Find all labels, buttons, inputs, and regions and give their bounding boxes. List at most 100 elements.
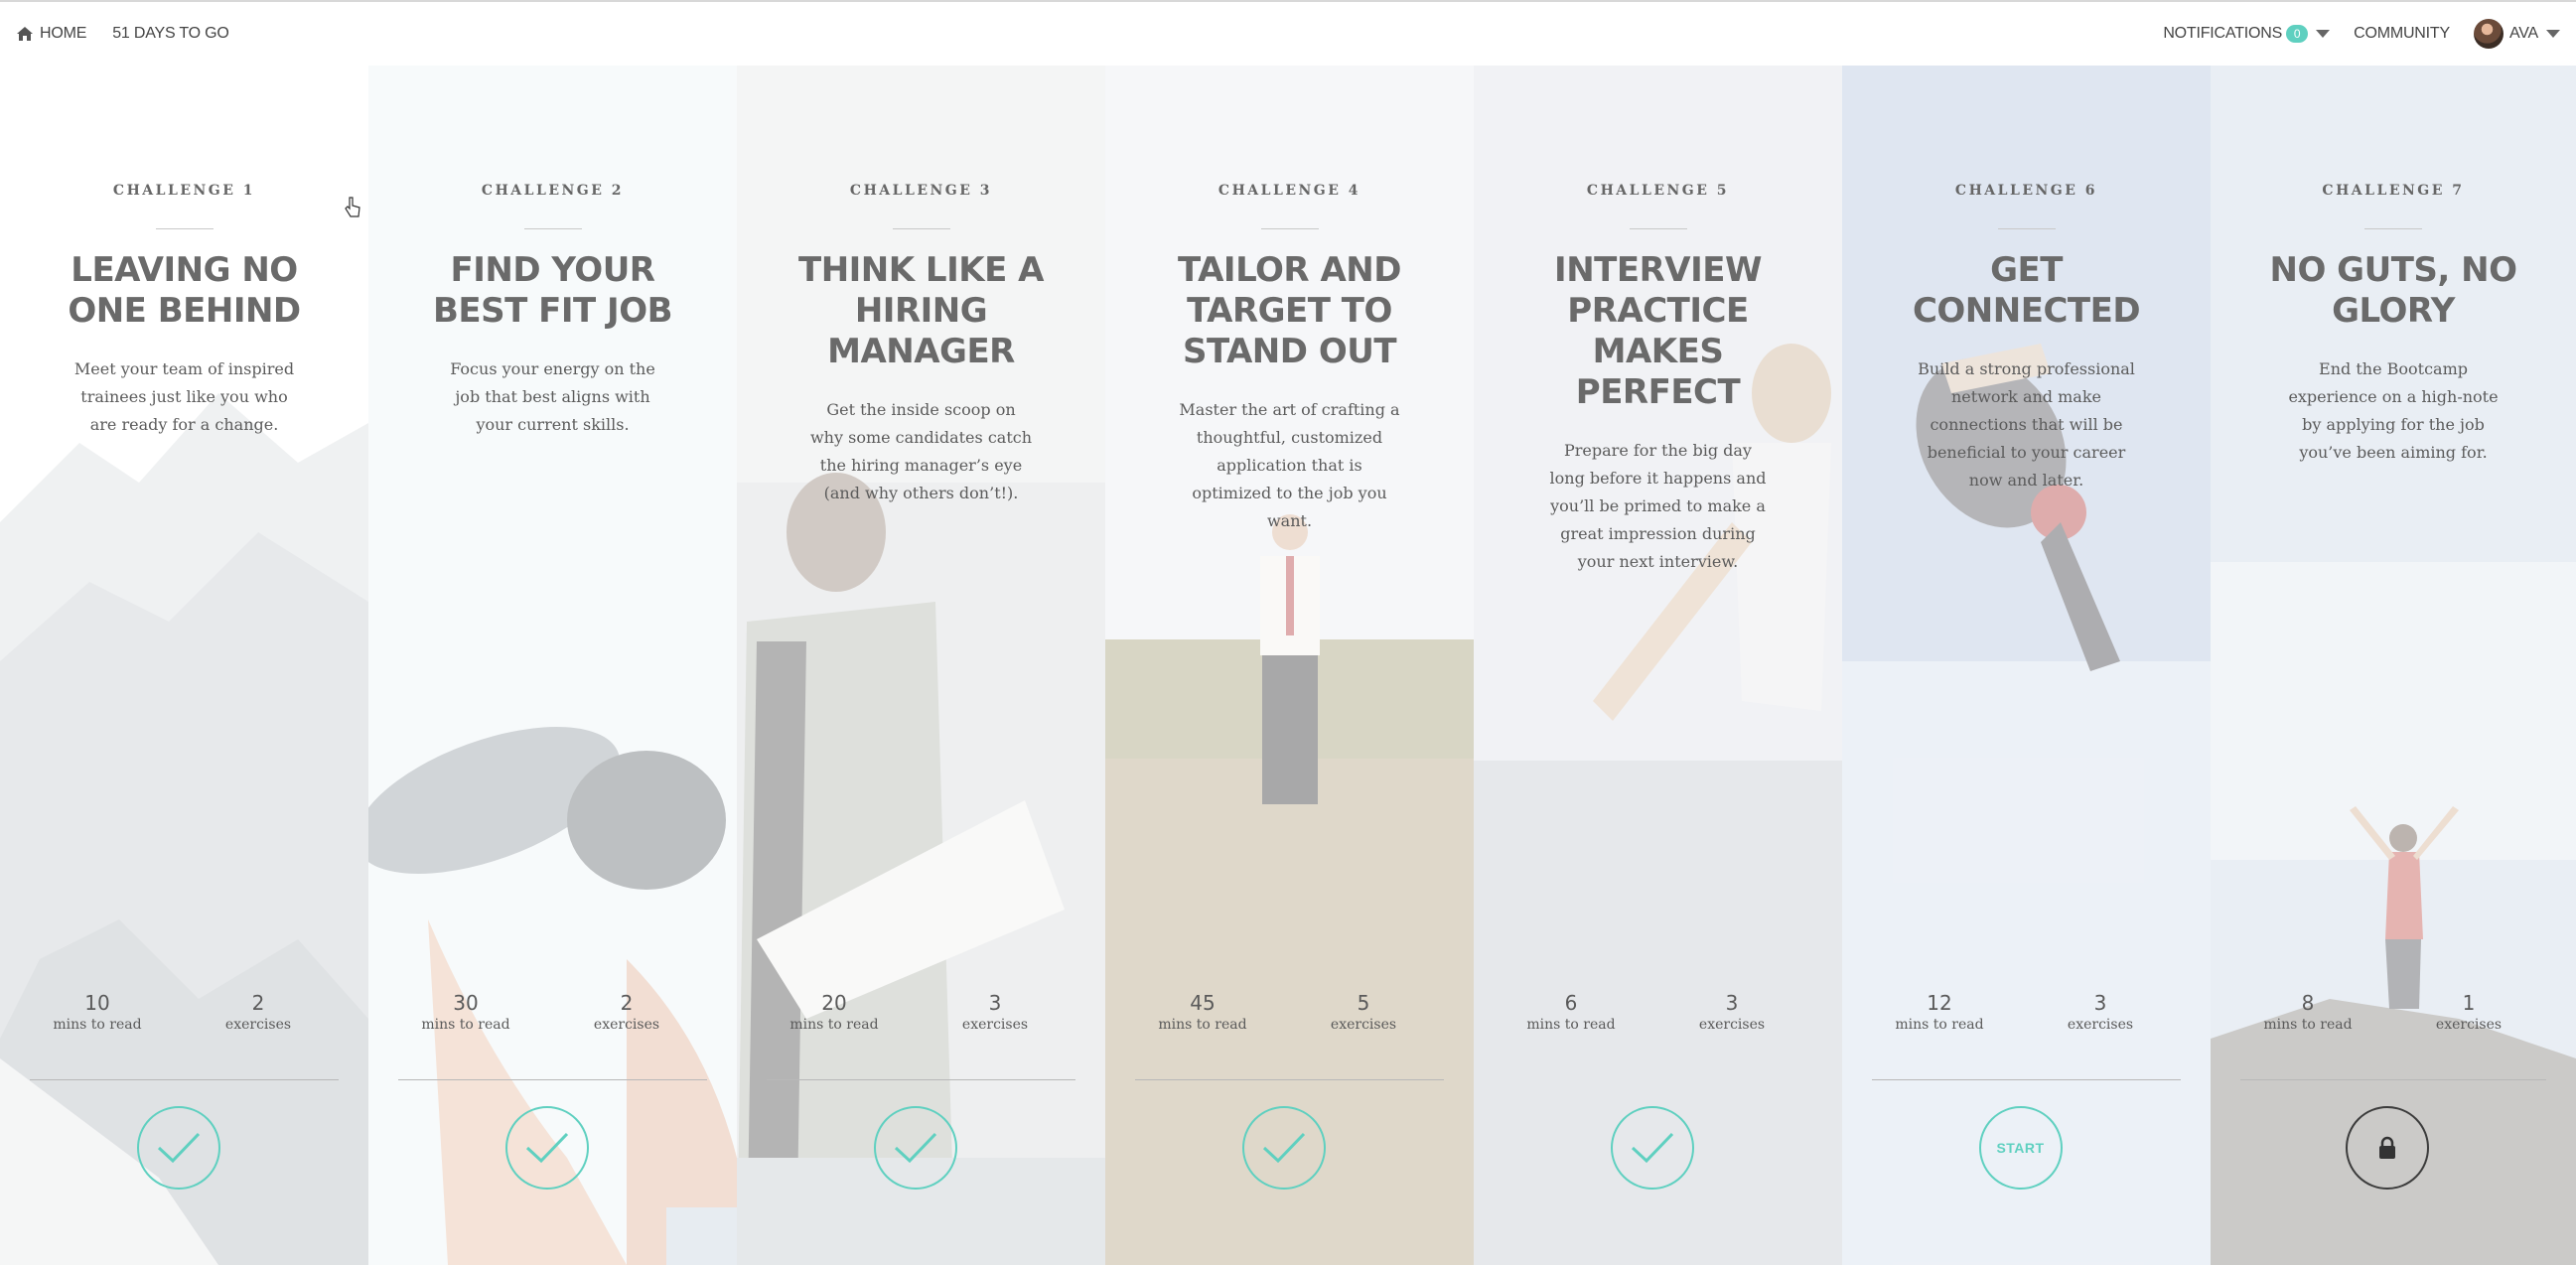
challenge-card-3[interactable]: CHALLENGE 3 THINK LIKE A HIRING MANAGER … bbox=[737, 66, 1105, 1265]
notifications-menu[interactable]: NOTIFICATIONS 0 bbox=[2163, 25, 2331, 43]
title-rule bbox=[2364, 228, 2422, 229]
challenge-label: CHALLENGE 5 bbox=[1586, 183, 1730, 199]
exercises-stat: 1 exercises bbox=[2409, 991, 2528, 1035]
challenge-description: Meet your team of inspired trainees just… bbox=[73, 359, 295, 434]
read-time-label: mins to read bbox=[53, 1017, 142, 1033]
exercises-label: exercises bbox=[961, 1017, 1029, 1033]
challenge-description: Build a strong professional network and … bbox=[1918, 359, 2135, 490]
challenges-board: CHALLENGE 1 LEAVING NO ONE BEHIND Meet y… bbox=[0, 66, 2576, 1265]
completed-button[interactable] bbox=[1610, 1106, 1694, 1190]
challenge-card-2[interactable]: CHALLENGE 2 FIND YOUR BEST FIT JOB Focus… bbox=[368, 66, 737, 1265]
read-time-value: 30 bbox=[453, 991, 479, 1015]
read-time-value: 20 bbox=[821, 991, 847, 1015]
challenge-content: CHALLENGE 7 NO GUTS, NO GLORY End the Bo… bbox=[2211, 66, 2576, 1265]
exercises-stat: 2 exercises bbox=[199, 991, 318, 1035]
challenge-label: CHALLENGE 7 bbox=[2322, 183, 2465, 199]
chevron-down-icon bbox=[2316, 30, 2331, 38]
check-icon bbox=[525, 1132, 568, 1164]
challenge-title: TAILOR AND TARGET TO STAND OUT bbox=[1178, 250, 1401, 371]
challenge-label: CHALLENGE 6 bbox=[1954, 183, 2098, 199]
read-time-value: 12 bbox=[1927, 991, 1952, 1015]
title-rule bbox=[1260, 228, 1319, 229]
exercises-value: 3 bbox=[2093, 991, 2107, 1015]
exercises-value: 3 bbox=[988, 991, 1002, 1015]
exercises-label: exercises bbox=[1330, 1017, 1397, 1033]
read-time-stat: 10 mins to read bbox=[38, 991, 157, 1035]
title-rule bbox=[1997, 228, 2056, 229]
exercises-stat: 5 exercises bbox=[1304, 991, 1423, 1035]
days-to-go: 51 DAYS TO GO bbox=[112, 25, 229, 43]
exercises-stat: 3 exercises bbox=[935, 991, 1055, 1035]
locked-button[interactable] bbox=[2346, 1106, 2429, 1190]
lock-icon bbox=[2379, 1136, 2395, 1159]
exercises-value: 5 bbox=[1357, 991, 1370, 1015]
read-time-value: 6 bbox=[1564, 991, 1578, 1015]
read-time-label: mins to read bbox=[1526, 1017, 1616, 1033]
read-time-stat: 30 mins to read bbox=[406, 991, 525, 1035]
start-label: START bbox=[1996, 1140, 2045, 1156]
challenge-title: NO GUTS, NO GLORY bbox=[2269, 250, 2517, 331]
completed-button[interactable] bbox=[873, 1106, 957, 1190]
challenge-card-1[interactable]: CHALLENGE 1 LEAVING NO ONE BEHIND Meet y… bbox=[0, 66, 368, 1265]
home-link[interactable]: HOME bbox=[16, 25, 86, 43]
community-link[interactable]: COMMUNITY bbox=[2354, 25, 2450, 43]
exercises-stat: 3 exercises bbox=[2041, 991, 2160, 1035]
exercises-label: exercises bbox=[593, 1017, 660, 1033]
read-time-label: mins to read bbox=[421, 1017, 510, 1033]
exercises-stat: 2 exercises bbox=[567, 991, 686, 1035]
divider bbox=[767, 1079, 1075, 1080]
read-time-label: mins to read bbox=[789, 1017, 879, 1033]
read-time-stat: 20 mins to read bbox=[775, 991, 894, 1035]
read-time-value: 10 bbox=[84, 991, 110, 1015]
challenge-title: INTERVIEW PRACTICE MAKES PERFECT bbox=[1554, 250, 1762, 412]
completed-button[interactable] bbox=[136, 1106, 220, 1190]
top-navigation: HOME 51 DAYS TO GO NOTIFICATIONS 0 COMMU… bbox=[0, 0, 2576, 66]
exercises-value: 2 bbox=[251, 991, 265, 1015]
challenge-card-5[interactable]: CHALLENGE 5 INTERVIEW PRACTICE MAKES PER… bbox=[1474, 66, 1842, 1265]
challenge-content: CHALLENGE 6 GET CONNECTED Build a strong… bbox=[1842, 66, 2211, 1265]
challenge-description: Prepare for the big day long before it h… bbox=[1549, 441, 1767, 571]
challenge-title: GET CONNECTED bbox=[1912, 250, 2141, 331]
read-time-value: 8 bbox=[2301, 991, 2315, 1015]
title-rule bbox=[155, 228, 214, 229]
title-rule bbox=[892, 228, 950, 229]
challenge-content: CHALLENGE 5 INTERVIEW PRACTICE MAKES PER… bbox=[1474, 66, 1842, 1265]
divider bbox=[2240, 1079, 2546, 1080]
challenge-label: CHALLENGE 2 bbox=[481, 183, 625, 199]
title-rule bbox=[1629, 228, 1687, 229]
divider bbox=[398, 1079, 707, 1080]
exercises-stat: 3 exercises bbox=[1672, 991, 1791, 1035]
read-time-stat: 45 mins to read bbox=[1143, 991, 1262, 1035]
read-time-stat: 8 mins to read bbox=[2248, 991, 2367, 1035]
exercises-label: exercises bbox=[2067, 1017, 2134, 1033]
challenge-label: CHALLENGE 4 bbox=[1217, 183, 1361, 199]
exercises-label: exercises bbox=[1698, 1017, 1766, 1033]
challenge-card-7[interactable]: CHALLENGE 7 NO GUTS, NO GLORY End the Bo… bbox=[2211, 66, 2576, 1265]
challenge-card-6[interactable]: CHALLENGE 6 GET CONNECTED Build a strong… bbox=[1842, 66, 2211, 1265]
check-icon bbox=[157, 1132, 200, 1164]
challenge-content: CHALLENGE 2 FIND YOUR BEST FIT JOB Focus… bbox=[368, 66, 737, 1265]
exercises-label: exercises bbox=[224, 1017, 292, 1033]
challenge-card-4[interactable]: CHALLENGE 4 TAILOR AND TARGET TO STAND O… bbox=[1105, 66, 1474, 1265]
days-label: 51 DAYS TO GO bbox=[112, 25, 229, 42]
nav-right: NOTIFICATIONS 0 COMMUNITY AVA bbox=[2139, 19, 2560, 49]
challenge-description: Focus your energy on the job that best a… bbox=[450, 359, 655, 434]
title-rule bbox=[523, 228, 582, 229]
read-time-stat: 6 mins to read bbox=[1511, 991, 1631, 1035]
exercises-label: exercises bbox=[2435, 1017, 2503, 1033]
divider bbox=[30, 1079, 339, 1080]
read-time-label: mins to read bbox=[1895, 1017, 1984, 1033]
chevron-down-icon bbox=[2546, 30, 2560, 38]
challenge-title: THINK LIKE A HIRING MANAGER bbox=[798, 250, 1044, 371]
user-menu[interactable]: AVA bbox=[2473, 19, 2560, 49]
divider bbox=[1872, 1079, 2181, 1080]
community-label: COMMUNITY bbox=[2354, 25, 2450, 42]
completed-button[interactable] bbox=[504, 1106, 589, 1190]
check-icon bbox=[894, 1132, 936, 1164]
exercises-value: 3 bbox=[1725, 991, 1739, 1015]
completed-button[interactable] bbox=[1241, 1106, 1326, 1190]
challenge-title: LEAVING NO ONE BEHIND bbox=[68, 250, 301, 331]
start-button[interactable]: START bbox=[1978, 1106, 2063, 1190]
notifications-label: NOTIFICATIONS bbox=[2163, 25, 2283, 42]
read-time-label: mins to read bbox=[2263, 1017, 2353, 1033]
